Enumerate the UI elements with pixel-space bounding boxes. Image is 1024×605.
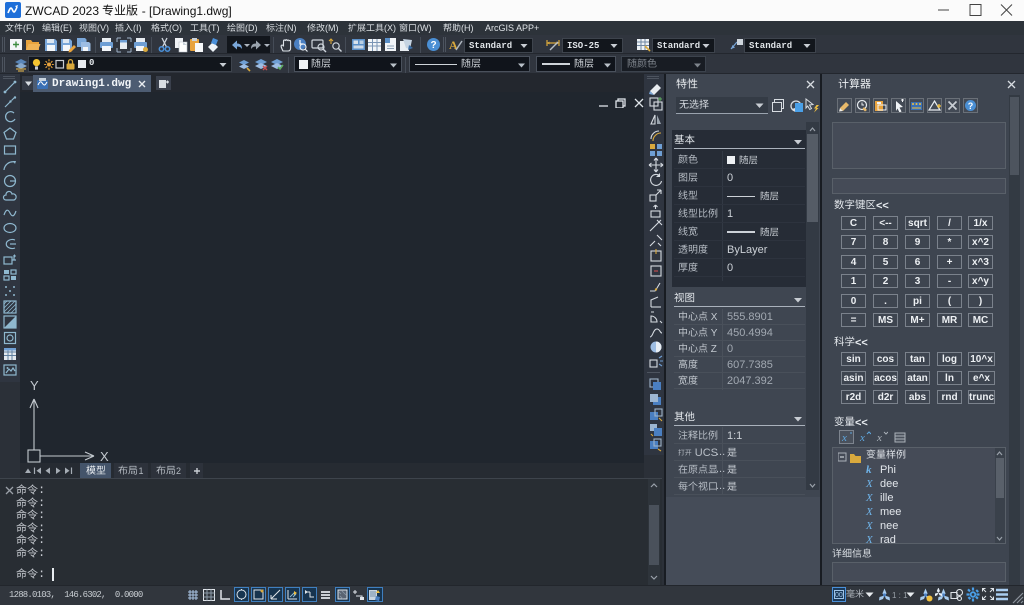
svg-text:x: x bbox=[841, 432, 847, 443]
svg-text:x: x bbox=[859, 432, 865, 443]
svg-text:?: ? bbox=[430, 40, 436, 51]
svg-text:00: 00 bbox=[835, 592, 843, 599]
svg-text:Y: Y bbox=[30, 378, 39, 393]
svg-text:X: X bbox=[100, 449, 109, 464]
svg-text:?: ? bbox=[968, 101, 974, 111]
svg-text:x: x bbox=[876, 432, 882, 443]
